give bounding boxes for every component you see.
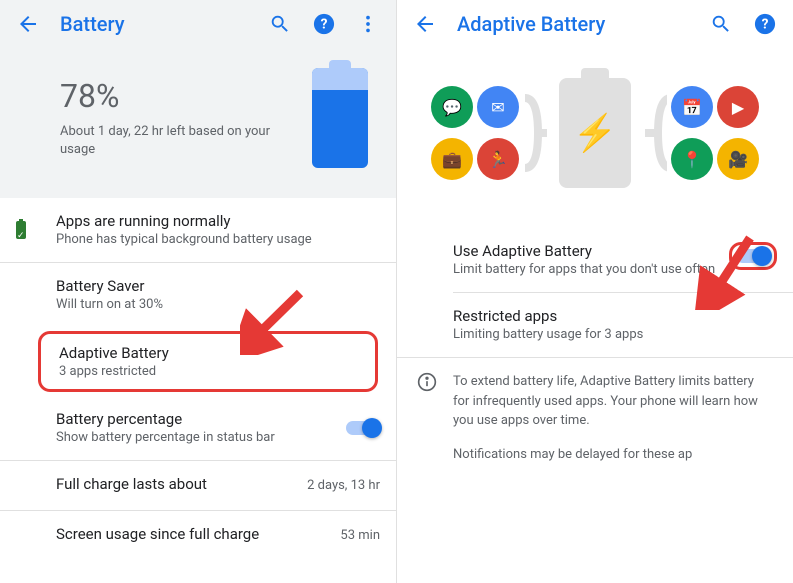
row-value: 53 min	[340, 528, 380, 543]
row-sub: Limit battery for apps that you don't us…	[453, 262, 729, 277]
run-icon: 🏃	[477, 138, 519, 180]
calendar-icon: 📅	[671, 86, 713, 128]
row-title: Screen usage since full charge	[56, 525, 259, 543]
battery-percent: 78%	[60, 77, 312, 115]
info-text: To extend battery life, Adaptive Battery…	[453, 372, 773, 431]
mail-icon: ✉	[477, 86, 519, 128]
connector-right-icon	[643, 78, 667, 188]
location-icon: 📍	[671, 138, 713, 180]
help-icon[interactable]: ?	[312, 12, 336, 36]
battery-hero: 78% About 1 day, 22 hr left based on you…	[0, 48, 396, 198]
play-icon: ▶	[717, 86, 759, 128]
battery-saver-row[interactable]: Battery Saver Will turn on at 30%	[0, 263, 396, 327]
page-title: Adaptive Battery	[457, 12, 689, 36]
battery-ok-icon	[16, 221, 26, 239]
adaptive-illustration: 💬 💼 ✉ 🏃 ⚡ 📅 📍 ▶ 🎥	[397, 48, 793, 228]
back-icon[interactable]	[16, 12, 40, 36]
row-sub: Phone has typical background battery usa…	[56, 232, 380, 247]
page-title: Battery	[60, 12, 248, 36]
battery-percentage-row[interactable]: Battery percentage Show battery percenta…	[0, 396, 396, 460]
annotation-arrow	[695, 230, 765, 310]
battery-illustration-icon: ⚡	[559, 78, 631, 188]
briefcase-icon: 💼	[431, 138, 473, 180]
row-value: 2 days, 13 hr	[307, 478, 380, 493]
row-title: Battery Saver	[56, 277, 380, 295]
connector-left-icon	[523, 78, 547, 188]
chat-icon: 💬	[431, 86, 473, 128]
overflow-menu-icon[interactable]	[356, 12, 380, 36]
row-sub: 3 apps restricted	[59, 364, 357, 379]
annotation-arrow	[240, 285, 310, 355]
adaptive-battery-screen: Adaptive Battery ? 💬 💼 ✉ 🏃 ⚡ 📅 📍 ▶ 🎥	[397, 0, 793, 583]
toggle-switch[interactable]	[346, 421, 380, 435]
back-icon[interactable]	[413, 12, 437, 36]
battery-estimate: About 1 day, 22 hr left based on your us…	[60, 123, 280, 159]
search-icon[interactable]	[709, 12, 733, 36]
header: Adaptive Battery ?	[397, 0, 793, 48]
info-icon	[417, 372, 437, 478]
header: Battery ?	[0, 0, 396, 48]
svg-text:?: ?	[321, 17, 328, 33]
video-icon: 🎥	[717, 138, 759, 180]
screen-usage-row[interactable]: Screen usage since full charge 53 min	[0, 511, 396, 560]
battery-settings-screen: Battery ? 78% About 1 day, 22 hr left ba…	[0, 0, 396, 583]
full-charge-row[interactable]: Full charge lasts about 2 days, 13 hr	[0, 461, 396, 510]
row-sub: Limiting battery usage for 3 apps	[453, 327, 777, 342]
info-text: Notifications may be delayed for these a…	[453, 445, 773, 465]
info-section: To extend battery life, Adaptive Battery…	[397, 358, 793, 492]
row-sub: Will turn on at 30%	[56, 297, 380, 312]
search-icon[interactable]	[268, 12, 292, 36]
row-title: Use Adaptive Battery	[453, 242, 729, 260]
row-title: Apps are running normally	[56, 212, 380, 230]
row-title: Full charge lasts about	[56, 475, 207, 493]
battery-large-icon	[312, 68, 368, 168]
apps-status-row[interactable]: Apps are running normally Phone has typi…	[0, 198, 396, 262]
help-icon[interactable]: ?	[753, 12, 777, 36]
adaptive-battery-row[interactable]: Adaptive Battery 3 apps restricted	[38, 331, 378, 392]
svg-text:?: ?	[762, 17, 769, 33]
row-title: Battery percentage	[56, 410, 346, 428]
row-sub: Show battery percentage in status bar	[56, 430, 346, 445]
row-title: Adaptive Battery	[59, 344, 357, 362]
